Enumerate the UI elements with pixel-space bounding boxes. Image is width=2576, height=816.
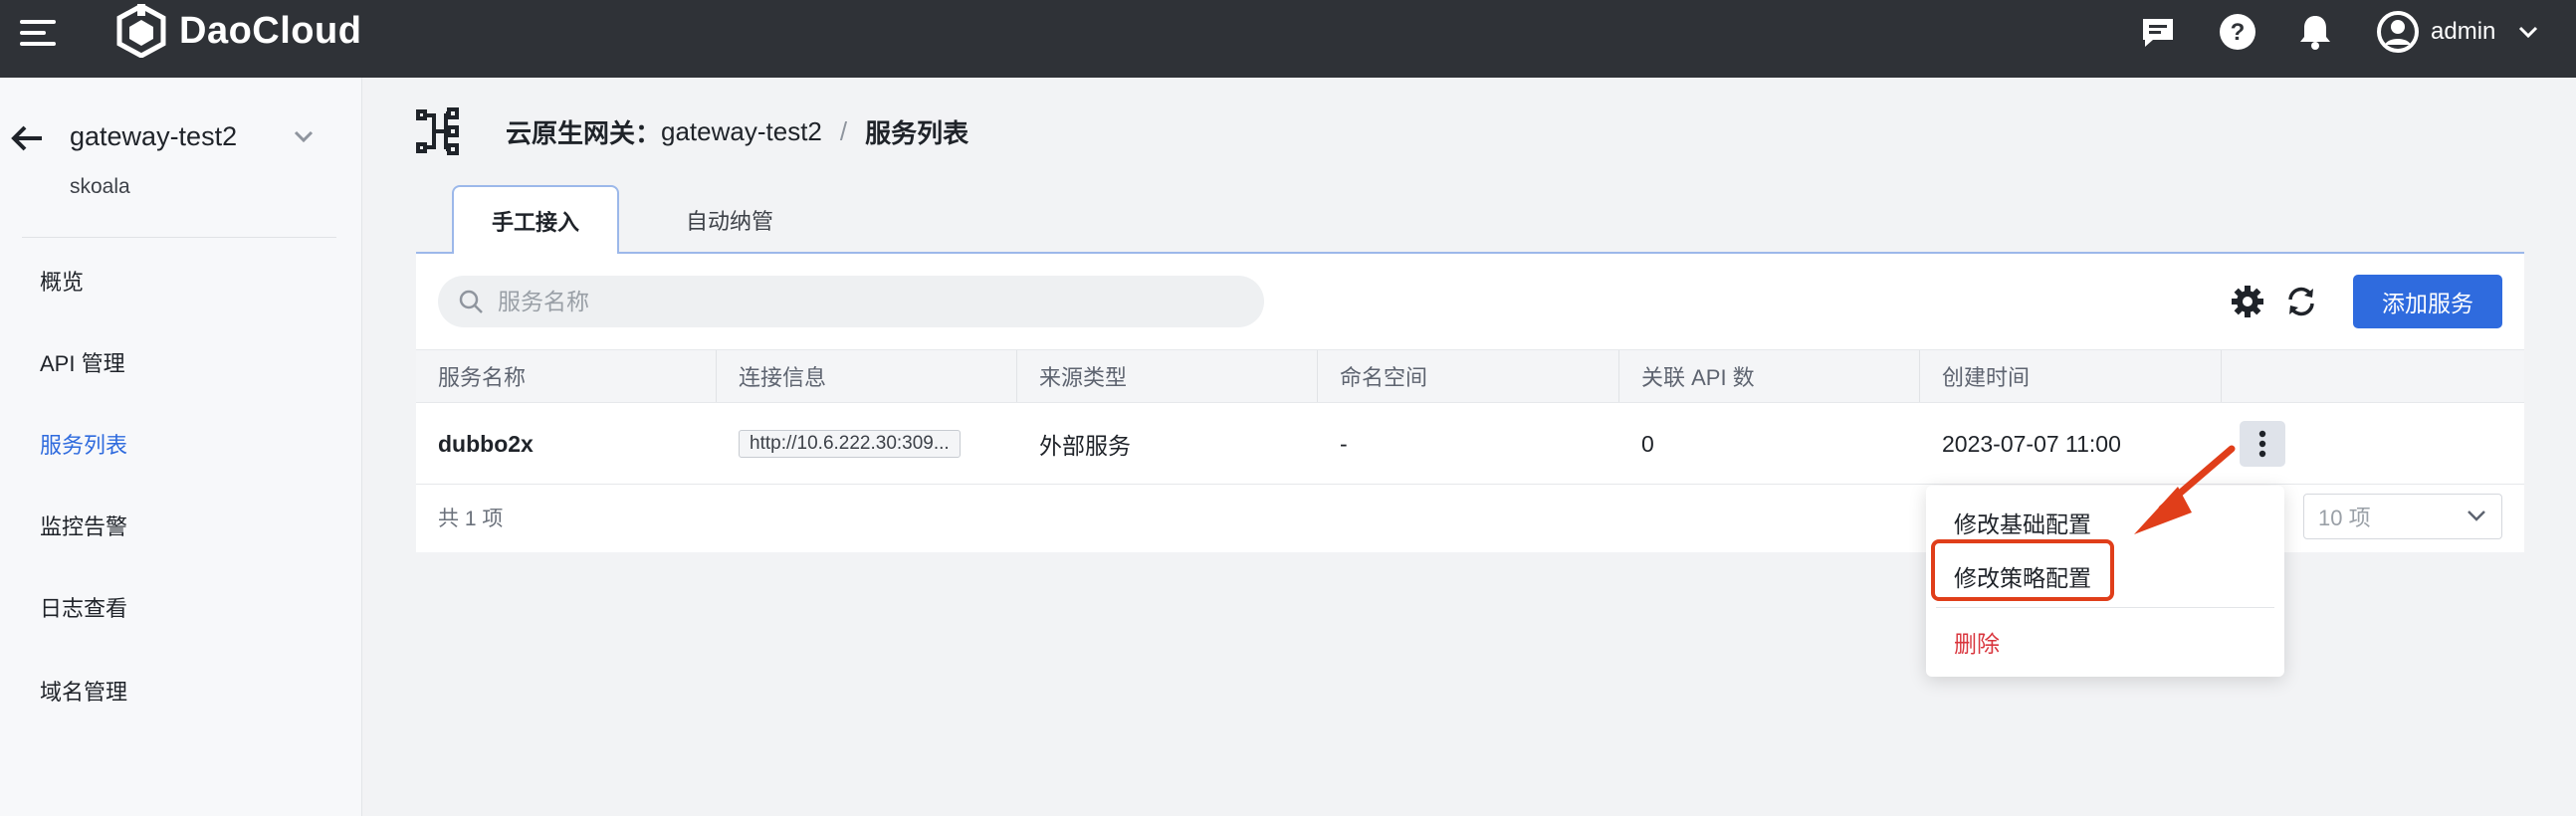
total-count: 共 1 项 [438, 508, 504, 530]
column-header-name: 服务名称 [416, 350, 717, 402]
logo-icon [116, 4, 166, 58]
sidebar-item-overview[interactable]: 概览 [40, 265, 84, 297]
search-input[interactable] [498, 288, 1254, 315]
user-name: admin [2431, 18, 2496, 45]
page-size-select[interactable]: 10 项 [2303, 494, 2502, 539]
column-header-connection: 连接信息 [717, 350, 1017, 402]
menu-item-delete[interactable]: 删除 [1954, 625, 2000, 659]
cell-source: 外部服务 [1039, 433, 1131, 459]
search-icon [459, 290, 483, 313]
bell-icon[interactable] [2295, 12, 2335, 52]
sidebar-divider [22, 237, 336, 238]
top-bar: DaoCloud ? admin [0, 0, 2576, 78]
column-header-created: 创建时间 [1920, 350, 2222, 402]
refresh-icon[interactable] [2283, 284, 2319, 319]
column-header-namespace: 命名空间 [1318, 350, 1619, 402]
user-menu[interactable]: admin [2377, 8, 2539, 56]
brand-logo[interactable]: DaoCloud [115, 4, 361, 58]
user-avatar-icon [2377, 11, 2419, 53]
sidebar-item-services[interactable]: 服务列表 [40, 428, 127, 460]
annotation-arrow-icon [2134, 445, 2236, 534]
menu-divider [1936, 607, 2274, 608]
help-icon[interactable]: ? [2218, 12, 2257, 52]
breadcrumb: 云原生网关： gateway-test2 / 服务列表 [506, 113, 968, 150]
page-size-value: 10 项 [2318, 506, 2371, 530]
breadcrumb-current: 服务列表 [865, 118, 969, 148]
cell-connection: http://10.6.222.30:309... [717, 403, 961, 485]
menu-item-edit-basic[interactable]: 修改基础配置 [1954, 506, 2091, 539]
breadcrumb-gateway-link[interactable]: gateway-test2 [661, 116, 822, 147]
cell-api-count: 0 [1641, 430, 1654, 457]
gear-icon[interactable] [2230, 284, 2265, 319]
add-service-button[interactable]: 添加服务 [2353, 275, 2502, 328]
chevron-down-icon [2519, 26, 2538, 39]
tab-manual[interactable]: 手工接入 [452, 185, 619, 254]
breadcrumb-separator: / [839, 116, 848, 146]
sidebar-item-logs[interactable]: 日志查看 [40, 591, 127, 623]
brand-name: DaoCloud [179, 9, 362, 52]
chevron-down-icon [2468, 510, 2485, 521]
sidebar-item-domains[interactable]: 域名管理 [40, 675, 127, 707]
column-header-source: 来源类型 [1017, 350, 1318, 402]
gateway-icon [416, 107, 459, 155]
tab-auto[interactable]: 自动纳管 [637, 185, 822, 254]
back-arrow-icon[interactable] [10, 123, 44, 153]
breadcrumb-prefix: 云原生网关： [506, 118, 662, 148]
column-header-api-count: 关联 API 数 [1619, 350, 1920, 402]
highlight-box [1931, 539, 2114, 601]
gateway-switch-chevron-icon[interactable] [293, 129, 315, 143]
search-box [438, 276, 1264, 327]
menu-icon[interactable] [20, 16, 58, 50]
gateway-name: gateway-test2 [70, 121, 238, 151]
sidebar: gateway-test2 skoala 概览 API 管理 服务列表 监控告警… [0, 78, 362, 816]
sidebar-item-monitoring[interactable]: 监控告警 [40, 510, 127, 541]
connection-chip[interactable]: http://10.6.222.30:309... [739, 430, 961, 458]
svg-text:?: ? [2231, 19, 2246, 46]
more-vertical-icon [2258, 430, 2266, 458]
row-actions-button[interactable] [2240, 421, 2285, 467]
cell-created: 2023-07-07 11:00 [1942, 430, 2121, 457]
table-header: 服务名称 连接信息 来源类型 命名空间 关联 API 数 创建时间 [416, 349, 2524, 403]
cell-namespace: - [1340, 430, 1348, 457]
cell-service-name[interactable]: dubbo2x [416, 403, 534, 485]
sidebar-item-api[interactable]: API 管理 [40, 346, 125, 378]
gateway-namespace: skoala [70, 175, 130, 198]
message-icon[interactable] [2138, 12, 2178, 52]
